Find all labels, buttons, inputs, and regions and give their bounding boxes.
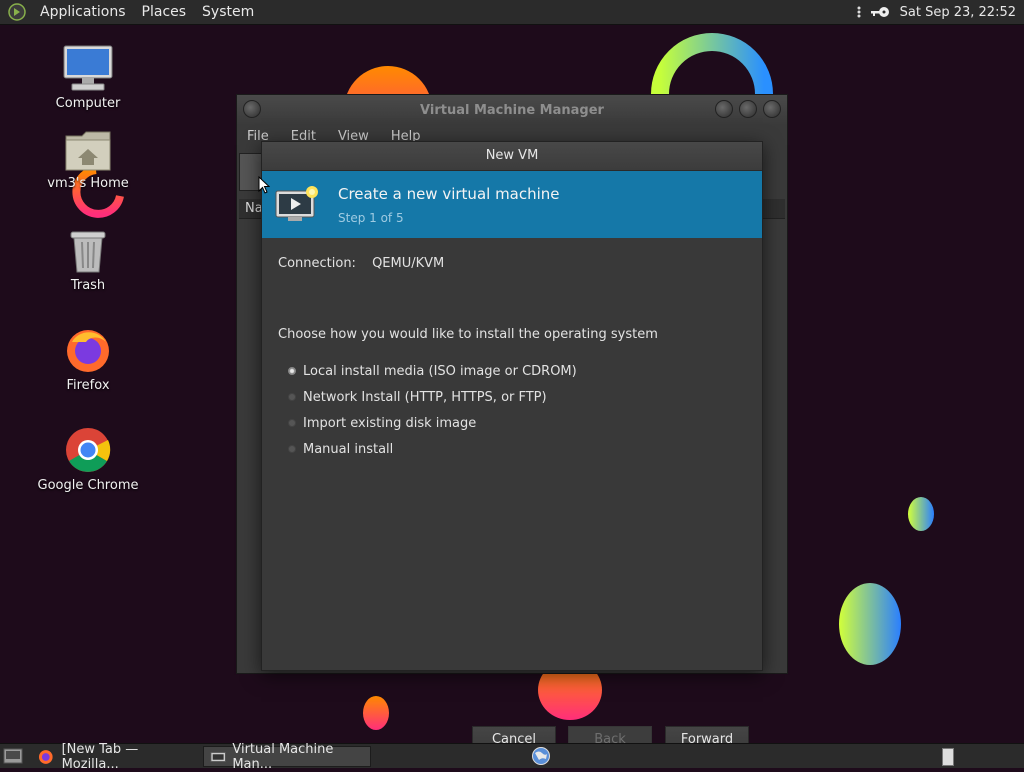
show-desktop-icon[interactable] bbox=[3, 747, 23, 765]
top-panel: Applications Places System Sat Sep 23, 2… bbox=[0, 0, 1024, 25]
radio-label: Manual install bbox=[303, 441, 394, 457]
connection-row: Connection: QEMU/KVM bbox=[278, 256, 444, 271]
taskbar-item-label: [New Tab — Mozilla... bbox=[61, 741, 139, 772]
radio-indicator[interactable] bbox=[288, 445, 296, 453]
dialog-titlebar[interactable]: New VM bbox=[262, 142, 762, 171]
radio-label: Import existing disk image bbox=[303, 415, 477, 431]
mouse-cursor-icon bbox=[258, 176, 270, 194]
minimize-button[interactable] bbox=[715, 100, 733, 118]
key-icon[interactable] bbox=[870, 5, 890, 19]
radio-manual-install[interactable]: Manual install bbox=[288, 436, 577, 462]
menu-system[interactable]: System bbox=[194, 4, 262, 20]
desktop-icon-home[interactable]: vm3's Home bbox=[18, 128, 158, 191]
radio-network-install[interactable]: Network Install (HTTP, HTTPS, or FTP) bbox=[288, 384, 577, 410]
vmm-title: Virtual Machine Manager bbox=[420, 102, 604, 118]
vmm-titlebar[interactable]: Virtual Machine Manager bbox=[237, 95, 787, 125]
install-method-prompt: Choose how you would like to install the… bbox=[278, 327, 658, 342]
gnome-foot-icon[interactable] bbox=[8, 3, 26, 21]
window-menu-button[interactable] bbox=[243, 100, 261, 118]
desktop-icon-label: Google Chrome bbox=[37, 478, 139, 493]
radio-selected-indicator[interactable] bbox=[288, 367, 296, 375]
dialog-header: Create a new virtual machine Step 1 of 5 bbox=[262, 171, 762, 238]
desktop-icon-trash[interactable]: Trash bbox=[18, 228, 158, 293]
firefox-icon bbox=[67, 330, 109, 372]
dialog-step-indicator: Step 1 of 5 bbox=[338, 210, 404, 225]
menu-places[interactable]: Places bbox=[134, 4, 195, 20]
radio-indicator[interactable] bbox=[288, 393, 296, 401]
radio-indicator[interactable] bbox=[288, 419, 296, 427]
close-button[interactable] bbox=[763, 100, 781, 118]
radio-label: Local install media (ISO image or CDROM) bbox=[303, 363, 577, 379]
desktop-icon-label: Firefox bbox=[66, 378, 110, 393]
desktop-icon-computer[interactable]: Computer bbox=[18, 44, 158, 111]
taskbar-item-label: Virtual Machine Man... bbox=[232, 741, 334, 772]
radio-local-install-media[interactable]: Local install media (ISO image or CDROM) bbox=[288, 358, 577, 384]
firefox-icon bbox=[38, 749, 53, 764]
new-vm-dialog: New VM Create a new virtual machine Step… bbox=[261, 141, 763, 754]
desktop-icon-chrome[interactable]: Google Chrome bbox=[18, 426, 158, 493]
maximize-button[interactable] bbox=[739, 100, 757, 118]
vmm-icon bbox=[210, 751, 226, 762]
radio-import-disk-image[interactable]: Import existing disk image bbox=[288, 410, 577, 436]
taskbar-item-firefox[interactable]: [New Tab — Mozilla... bbox=[32, 742, 202, 772]
radio-label: Network Install (HTTP, HTTPS, or FTP) bbox=[303, 389, 547, 405]
dialog-header-title: Create a new virtual machine bbox=[338, 184, 560, 203]
install-method-options: Local install media (ISO image or CDROM)… bbox=[288, 358, 577, 462]
network-dots-icon[interactable] bbox=[854, 5, 864, 19]
desktop-icon-label: Computer bbox=[55, 96, 121, 111]
desktop-icon-label: Trash bbox=[70, 278, 106, 293]
connection-value: QEMU/KVM bbox=[372, 256, 445, 271]
globe-icon[interactable] bbox=[531, 746, 551, 766]
computer-icon bbox=[63, 45, 113, 91]
desktop-icon-firefox[interactable]: Firefox bbox=[18, 326, 158, 393]
bottom-panel: [New Tab — Mozilla... Virtual Machine Ma… bbox=[0, 742, 1024, 772]
clock[interactable]: Sat Sep 23, 22:52 bbox=[900, 5, 1016, 20]
new-vm-icon bbox=[275, 185, 318, 221]
top-panel-tray: Sat Sep 23, 22:52 bbox=[854, 5, 1024, 20]
connection-label: Connection: bbox=[278, 256, 356, 271]
trash-icon bbox=[70, 231, 106, 273]
workspace-switcher[interactable] bbox=[942, 748, 954, 766]
menu-applications[interactable]: Applications bbox=[32, 4, 134, 20]
desktop-icon-label: vm3's Home bbox=[47, 176, 129, 191]
chrome-icon bbox=[66, 428, 111, 472]
taskbar-item-vmm[interactable]: Virtual Machine Man... bbox=[203, 742, 371, 772]
home-folder-icon bbox=[65, 131, 111, 171]
